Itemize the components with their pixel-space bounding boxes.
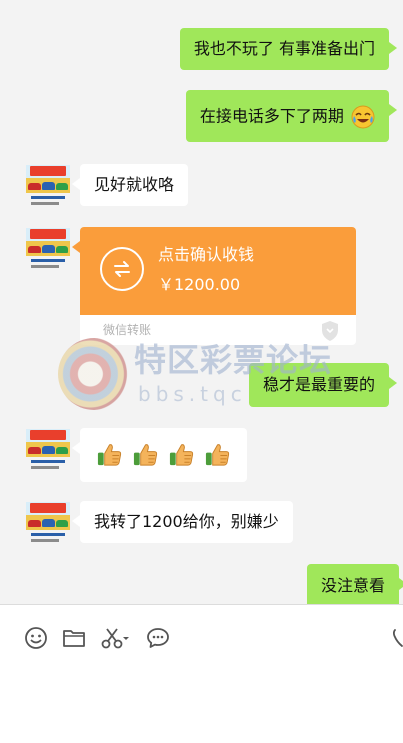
contact-avatar[interactable] — [26, 228, 70, 272]
thumbs-up-emojis — [96, 444, 231, 466]
message-text: 我转了1200给你，别嫌少 — [94, 512, 279, 531]
folder-icon[interactable] — [62, 626, 86, 650]
contact-avatar[interactable] — [26, 429, 70, 473]
thumbs-up-icon — [133, 444, 158, 466]
scissors-icon[interactable] — [100, 626, 132, 650]
watermark-logo — [58, 338, 130, 410]
thumbs-up-icon — [97, 444, 122, 466]
outgoing-message[interactable]: 在接电话多下了两期 — [185, 90, 398, 142]
emoji-icon[interactable] — [24, 626, 48, 650]
message-text: 没注意看 — [320, 576, 385, 595]
transfer-amount: ￥1200.00 — [158, 275, 241, 294]
message-text: 在接电话多下了两期 — [199, 106, 344, 126]
chat-bubble-icon[interactable] — [146, 626, 170, 650]
phone-icon[interactable] — [393, 626, 403, 650]
incoming-message[interactable]: 见好就收咯 — [71, 164, 189, 206]
outgoing-message[interactable]: 稳才是最重要的 — [248, 363, 398, 407]
transfer-title: 点击确认收钱 — [158, 245, 255, 264]
incoming-message[interactable] — [72, 428, 247, 482]
thumbs-up-icon — [169, 444, 194, 466]
transfer-card-header: 点击确认收钱 ￥1200.00 — [80, 227, 356, 315]
transfer-footer-label: 微信转账 — [103, 323, 152, 337]
message-text: 稳才是最重要的 — [262, 375, 375, 394]
outgoing-message[interactable]: 没注意看 — [306, 564, 403, 604]
watermark-url: bbs.tqc — [138, 382, 247, 406]
message-text: 见好就收咯 — [94, 175, 175, 194]
chat-area: 我也不玩了 有事准备出门 在接电话多下了两期 见好就收咯 点击确认收钱 ￥120… — [0, 0, 403, 604]
transfer-card[interactable]: 点击确认收钱 ￥1200.00 微信转账 — [72, 227, 356, 345]
message-text: 我也不玩了 有事准备出门 — [193, 39, 375, 58]
contact-avatar[interactable] — [26, 165, 70, 209]
contact-avatar[interactable] — [26, 502, 70, 546]
thumbs-up-icon — [205, 444, 230, 466]
transfer-arrows-icon — [100, 247, 144, 291]
outgoing-message[interactable]: 我也不玩了 有事准备出门 — [179, 28, 398, 70]
shield-icon — [322, 321, 338, 341]
incoming-message[interactable]: 我转了1200给你，别嫌少 — [72, 501, 293, 543]
laughing-crying-emoji-icon — [351, 105, 375, 129]
input-toolbar — [0, 604, 403, 743]
